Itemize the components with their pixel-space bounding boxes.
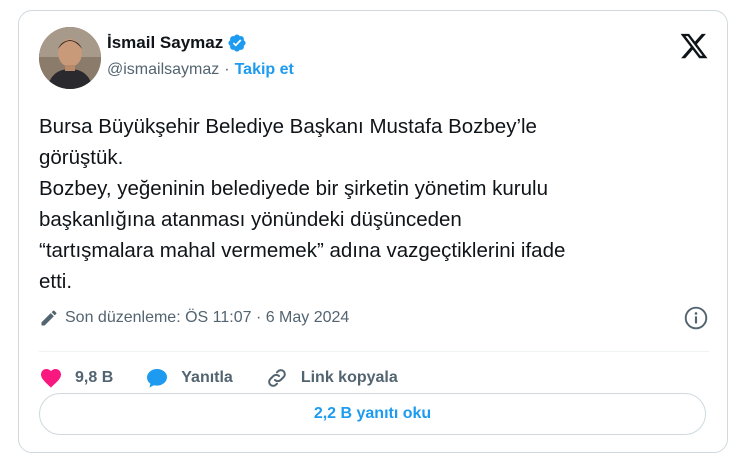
edited-label: Son düzenleme: ÖS 11:07 · 6 May 2024 [65, 309, 350, 326]
verified-icon [227, 33, 247, 53]
reply-label: Yanıtla [181, 369, 233, 386]
tweet-actions: 9,8 B Yanıtla Link kopyala [39, 363, 430, 393]
copy-link-button[interactable]: Link kopyala [265, 366, 398, 390]
author-handle[interactable]: @ismailsaymaz [107, 61, 219, 79]
copy-link-label: Link kopyala [300, 369, 398, 386]
divider [39, 351, 709, 352]
reply-icon [147, 369, 168, 388]
reply-button[interactable]: Yanıtla [145, 366, 233, 390]
author-names: İsmail Saymaz @ismailsaymaz · Takip et [107, 31, 294, 79]
edited-timestamp[interactable]: Son düzenleme: ÖS 11:07 · 6 May 2024 [39, 305, 709, 331]
x-logo-icon[interactable] [679, 31, 709, 61]
like-count: 9,8 B [75, 369, 114, 386]
like-button[interactable]: 9,8 B [39, 366, 113, 390]
read-replies-button[interactable]: 2,2 B yanıtı oku [39, 393, 706, 435]
avatar[interactable] [39, 27, 101, 89]
tweet-card: İsmail Saymaz @ismailsaymaz · Takip et B… [18, 10, 728, 453]
follow-button[interactable]: Takip et [235, 61, 294, 79]
separator-dot: · [224, 61, 230, 78]
display-name[interactable]: İsmail Saymaz [107, 33, 223, 53]
tweet-text: Bursa Büyükşehir Belediye Başkanı Mustaf… [39, 115, 566, 293]
heart-icon [41, 369, 61, 388]
tweet-header: İsmail Saymaz @ismailsaymaz · Takip et [39, 27, 709, 91]
info-icon[interactable] [683, 305, 709, 331]
pencil-icon [39, 308, 59, 328]
link-icon [268, 369, 286, 387]
